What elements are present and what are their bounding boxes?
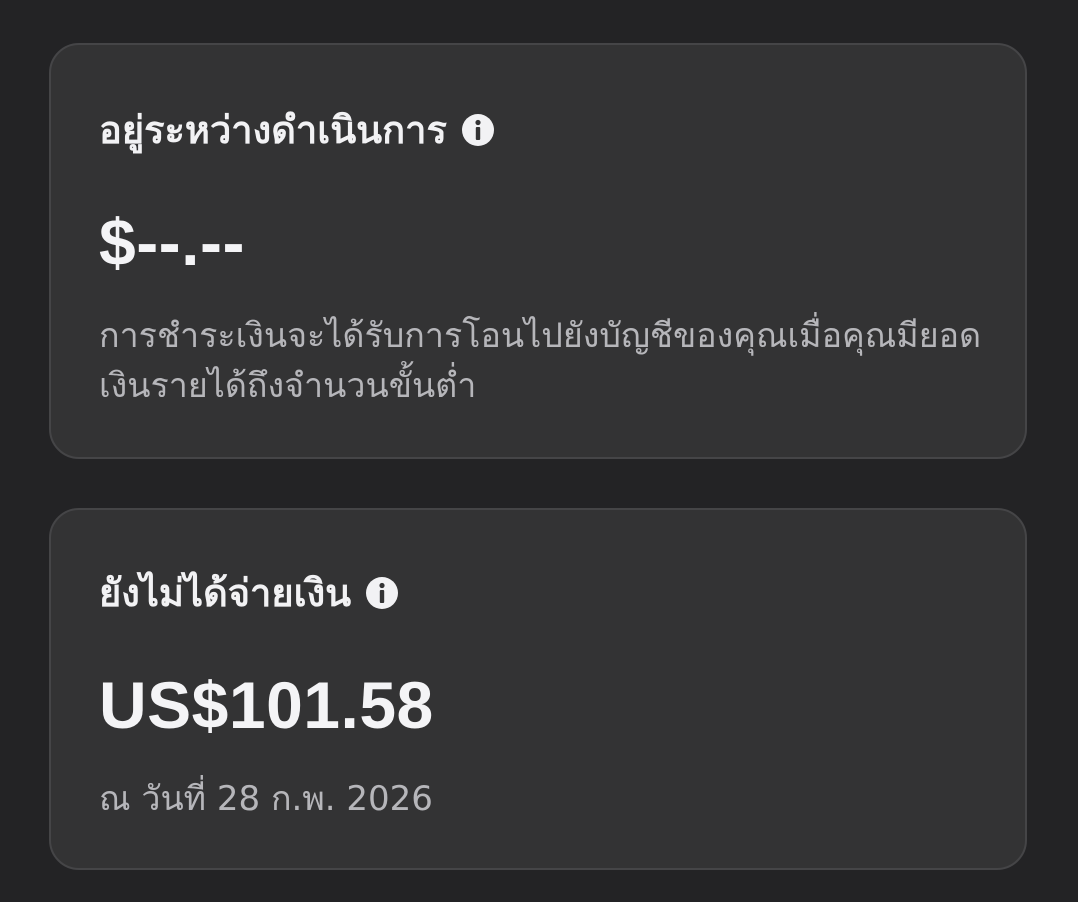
unpaid-balance-card: ยังไม่ได้จ่ายเงิน US$101.58 ณ วันที่ 28 …	[49, 508, 1027, 870]
unpaid-amount: US$101.58	[99, 668, 434, 742]
unpaid-title: ยังไม่ได้จ่ายเงิน	[99, 571, 352, 615]
pending-balance-card: อยู่ระหว่างดำเนินการ $--.-- การชำระเงินจ…	[49, 43, 1027, 459]
info-icon[interactable]	[365, 576, 399, 610]
pending-amount: $--.--	[99, 205, 245, 279]
unpaid-title-row: ยังไม่ได้จ่ายเงิน	[99, 574, 399, 612]
pending-title-row: อยู่ระหว่างดำเนินการ	[99, 111, 495, 149]
pending-description: การชำระเงินจะได้รับการโอนไปยังบัญชีของคุ…	[99, 316, 982, 406]
pending-title: อยู่ระหว่างดำเนินการ	[99, 108, 447, 152]
unpaid-as-of-date: ณ วันที่ 28 ก.พ. 2026	[99, 779, 433, 819]
info-icon[interactable]	[461, 113, 495, 147]
